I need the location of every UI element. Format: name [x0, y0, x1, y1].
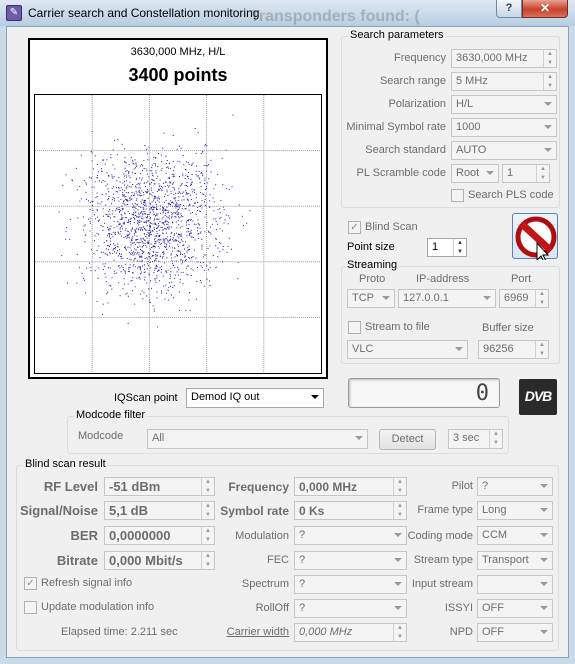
signal-counter-value: 0: [475, 381, 489, 406]
modcode-label: Modcode: [78, 430, 124, 442]
port-spinbox[interactable]: 6969 ▲ ▼: [499, 289, 549, 308]
spectrum-label: Spectrum: [241, 578, 289, 590]
app-icon: ✎: [6, 5, 22, 21]
help-button[interactable]: ?: [496, 0, 522, 18]
signal-counter-display: 0: [348, 378, 500, 408]
frequency-label: Frequency: [394, 52, 446, 64]
stop-scan-button[interactable]: [512, 213, 558, 263]
pls-mode-dropdown[interactable]: Root: [451, 164, 499, 183]
npd-label: NPD: [449, 626, 473, 638]
constellation-plot: 3630,000 MHz, H/L 3400 points: [28, 38, 328, 379]
input-stream-label: Input stream: [411, 578, 473, 590]
pilot-dropdown[interactable]: ?: [477, 477, 553, 496]
search-parameters-title: Search parameters: [348, 29, 446, 41]
refresh-signal-checkbox[interactable]: ✓: [24, 577, 37, 590]
modulation-label: Modulation: [235, 530, 289, 542]
symbol-rate-combo[interactable]: 1000: [451, 118, 557, 137]
ip-address-combo[interactable]: 127.0.0.1: [398, 289, 496, 308]
issyi-label: ISSYI: [444, 602, 473, 614]
buffer-size-spinbox[interactable]: 96256 ▲ ▼: [478, 340, 549, 359]
elapsed-time-label: Elapsed time: 2.211 sec: [61, 626, 178, 638]
rolloff-label: RollOff: [255, 602, 289, 614]
player-dropdown[interactable]: VLC: [347, 340, 468, 359]
carrier-width-link[interactable]: Carrier width: [218, 626, 289, 638]
result-frequency-field: 0,000 MHz ▲ ▼: [294, 477, 407, 496]
update-modulation-label: Update modulation info: [41, 601, 155, 613]
input-stream-dropdown[interactable]: [477, 575, 553, 594]
search-pls-label: Search PLS code: [468, 189, 554, 201]
coding-mode-dropdown[interactable]: CCM: [477, 526, 553, 545]
window-title: Carrier search and Constellation monitor…: [28, 6, 260, 20]
bitrate-label: Bitrate: [56, 553, 98, 568]
spectrum-dropdown[interactable]: ?: [294, 575, 407, 594]
point-size-spinbox[interactable]: 1 ▲ ▼: [427, 238, 467, 257]
search-range-label: Search range: [379, 75, 446, 87]
no-entry-icon: [515, 216, 557, 263]
symbol-rate-result-label: Symbol rate: [220, 504, 289, 518]
search-pls-checkbox[interactable]: [451, 189, 464, 202]
signal-noise-label: Signal/Noise: [19, 503, 98, 518]
stream-to-file-checkbox[interactable]: [348, 321, 361, 334]
search-standard-label: Search standard: [365, 144, 446, 156]
frame-type-label: Frame type: [417, 504, 473, 516]
rf-level-label: RF Level: [43, 479, 98, 494]
modulation-dropdown[interactable]: ?: [294, 526, 407, 545]
plot-frequency-label: 3630,000 MHz, H/L: [130, 46, 226, 58]
frame-type-dropdown[interactable]: Long: [477, 501, 553, 520]
ip-address-label: IP-address: [416, 273, 470, 285]
result-frequency-label: Frequency: [228, 480, 289, 494]
streaming-title: Streaming: [345, 259, 400, 271]
refresh-signal-label: Refresh signal info: [41, 577, 133, 589]
modcode-filter-title: Modcode filter: [74, 409, 148, 421]
npd-dropdown[interactable]: OFF: [477, 623, 553, 642]
proto-dropdown[interactable]: TCP: [347, 289, 395, 308]
close-button[interactable]: ✕: [522, 0, 568, 18]
symbol-rate-result-field: 0 Ks ▲ ▼: [294, 501, 407, 520]
background-window-title: Transponders found: (: [250, 8, 420, 25]
ber-field: 0,0000000 ▲ ▼: [104, 526, 215, 545]
blind-scan-result-title: Blind scan result: [23, 458, 108, 470]
polarization-dropdown[interactable]: H/L: [451, 95, 557, 114]
carrier-width-field: 0,000 MHz ▲ ▼: [294, 623, 407, 642]
stream-type-dropdown[interactable]: Transport: [477, 551, 553, 570]
blind-scan-label: Blind Scan: [365, 221, 418, 233]
polarization-label: Polarization: [388, 98, 446, 110]
symbol-rate-label: Minimal Symbol rate: [346, 121, 446, 133]
detect-interval-spinbox[interactable]: 3 sec ▲ ▼: [448, 429, 503, 449]
proto-label: Proto: [359, 273, 386, 285]
point-size-label: Point size: [347, 241, 395, 253]
iq-scatter: [34, 94, 322, 374]
buffer-size-label: Buffer size: [482, 322, 534, 334]
blind-scan-checkbox[interactable]: ✓: [348, 221, 361, 234]
search-range-spinbox[interactable]: 5 MHz ▲ ▼: [451, 72, 557, 91]
pilot-label: Pilot: [451, 480, 473, 492]
update-modulation-checkbox[interactable]: [24, 601, 37, 614]
modcode-dropdown[interactable]: All: [147, 429, 368, 449]
bitrate-field: 0,000 Mbit/s ▲ ▼: [104, 551, 215, 570]
search-standard-dropdown[interactable]: AUTO: [451, 141, 557, 160]
issyi-dropdown[interactable]: OFF: [477, 599, 553, 618]
iqscan-point-dropdown[interactable]: Demod IQ out: [186, 388, 324, 408]
stream-to-file-label: Stream to file: [365, 321, 430, 333]
coding-mode-label: Coding mode: [407, 530, 473, 542]
stream-type-label: Stream type: [413, 554, 473, 566]
pls-label: PL Scramble code: [356, 167, 446, 179]
rolloff-dropdown[interactable]: ?: [294, 599, 407, 618]
rf-level-field: -51 dBm ▲ ▼: [104, 477, 215, 496]
fec-label: FEC: [267, 554, 289, 566]
signal-noise-field: 5,1 dB ▲ ▼: [104, 501, 215, 520]
plot-points-label: 3400 points: [128, 65, 228, 85]
iqscan-point-label: IQScan point: [114, 392, 178, 404]
dvb-logo: DVB: [519, 379, 557, 415]
port-label: Port: [511, 273, 532, 285]
detect-button[interactable]: Detect: [379, 429, 436, 450]
frequency-spinbox[interactable]: 3630,000 MHz ▲ ▼: [451, 49, 557, 68]
pls-code-spinbox[interactable]: 1 ▲ ▼: [502, 164, 550, 183]
ber-label: BER: [70, 528, 98, 543]
fec-dropdown[interactable]: ?: [294, 551, 407, 570]
